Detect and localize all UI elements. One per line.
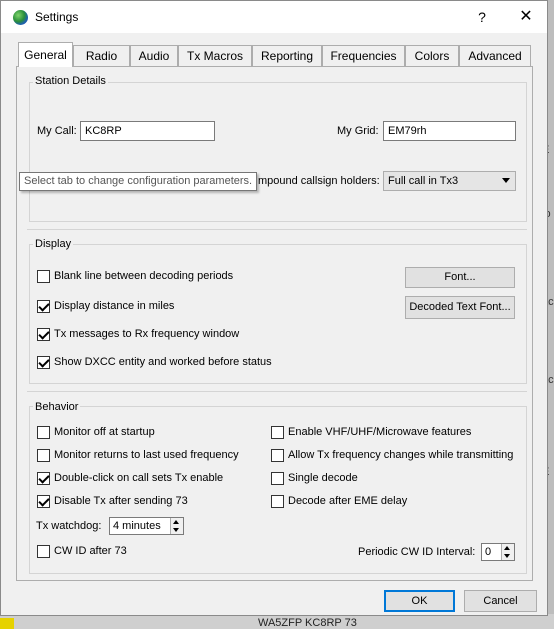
tx-watchdog-spinbox[interactable]: 4 minutes (109, 517, 184, 535)
blank-line-checkbox[interactable] (37, 270, 50, 283)
spin-buttons[interactable] (501, 544, 514, 560)
distance-miles-label: Display distance in miles (54, 300, 175, 312)
behavior-title: Behavior (33, 401, 81, 413)
cw-id-label: CW ID after 73 (54, 545, 127, 557)
title-bar[interactable]: Settings ? ✕ (1, 1, 547, 33)
station-details-title: Station Details (33, 75, 108, 87)
tab-tx-macros[interactable]: Tx Macros (178, 45, 252, 66)
chevron-down-icon (504, 554, 510, 558)
tx-messages-label: Tx messages to Rx frequency window (54, 328, 240, 340)
tab-advanced[interactable]: Advanced (459, 45, 531, 66)
distance-miles-checkbox[interactable] (37, 300, 50, 313)
cw-interval-value: 0 (485, 546, 492, 558)
close-icon[interactable]: ✕ (508, 5, 544, 29)
allow-tx-freq-checkbox[interactable] (271, 449, 284, 462)
dxcc-status-label: Show DXCC entity and worked before statu… (54, 356, 272, 368)
decoded-text-font-button[interactable]: Decoded Text Font... (405, 296, 515, 319)
compound-callsign-label: mpound callsign holders: (258, 175, 380, 187)
eme-delay-checkbox[interactable] (271, 495, 284, 508)
tab-audio[interactable]: Audio (130, 45, 178, 66)
chevron-up-icon (504, 546, 510, 550)
station-details-group (29, 82, 527, 222)
divider (27, 391, 527, 392)
monitor-returns-label: Monitor returns to last used frequency (54, 449, 239, 461)
background-decode-line: WA5ZFP KC8RP 73 (258, 617, 357, 629)
app-icon (13, 10, 28, 25)
my-call-field[interactable]: KC8RP (80, 121, 215, 141)
settings-dialog: Settings ? ✕ General Radio Audio Tx Macr… (0, 0, 548, 616)
font-button[interactable]: Font... (405, 267, 515, 288)
vhf-features-checkbox[interactable] (271, 426, 284, 439)
cw-interval-spinbox[interactable]: 0 (481, 543, 515, 561)
help-button[interactable]: ? (464, 5, 500, 29)
blank-line-label: Blank line between decoding periods (54, 270, 234, 282)
chevron-down-icon (502, 178, 510, 183)
my-grid-label: My Grid: (337, 125, 379, 137)
monitor-off-checkbox[interactable] (37, 426, 50, 439)
compound-callsign-select[interactable]: Full call in Tx3 (383, 171, 516, 191)
vhf-features-label: Enable VHF/UHF/Microwave features (288, 426, 472, 438)
cw-interval-label: Periodic CW ID Interval: (358, 546, 476, 558)
chevron-up-icon (173, 520, 179, 524)
tab-colors[interactable]: Colors (405, 45, 459, 66)
dxcc-status-checkbox[interactable] (37, 356, 50, 369)
tab-tooltip: Select tab to change configuration param… (19, 172, 257, 191)
single-decode-label: Single decode (288, 472, 358, 484)
allow-tx-freq-label: Allow Tx frequency changes while transmi… (288, 449, 514, 461)
disable-tx-label: Disable Tx after sending 73 (54, 495, 188, 507)
my-grid-field[interactable]: EM79rh (383, 121, 516, 141)
tab-general[interactable]: General (18, 42, 73, 67)
background-marker (0, 618, 14, 629)
divider (27, 229, 527, 230)
tab-frequencies[interactable]: Frequencies (322, 45, 405, 66)
eme-delay-label: Decode after EME delay (288, 495, 408, 507)
general-tab-pane: Station Details My Call: KC8RP My Grid: … (16, 66, 533, 581)
window-title: Settings (35, 10, 79, 24)
display-title: Display (33, 238, 74, 250)
my-call-label: My Call: (37, 125, 77, 137)
tx-watchdog-value: 4 minutes (113, 520, 161, 532)
tab-radio[interactable]: Radio (73, 45, 130, 66)
monitor-off-label: Monitor off at startup (54, 426, 155, 438)
tab-reporting[interactable]: Reporting (252, 45, 322, 66)
double-click-checkbox[interactable] (37, 472, 50, 485)
ok-button[interactable]: OK (384, 590, 455, 612)
cw-id-checkbox[interactable] (37, 545, 50, 558)
chevron-down-icon (173, 528, 179, 532)
cancel-button[interactable]: Cancel (464, 590, 537, 612)
compound-callsign-value: Full call in Tx3 (388, 175, 459, 187)
spin-buttons[interactable] (170, 518, 183, 534)
single-decode-checkbox[interactable] (271, 472, 284, 485)
tx-messages-checkbox[interactable] (37, 328, 50, 341)
tx-watchdog-label: Tx watchdog: (36, 520, 102, 532)
disable-tx-checkbox[interactable] (37, 495, 50, 508)
double-click-label: Double-click on call sets Tx enable (54, 472, 224, 484)
monitor-returns-checkbox[interactable] (37, 449, 50, 462)
